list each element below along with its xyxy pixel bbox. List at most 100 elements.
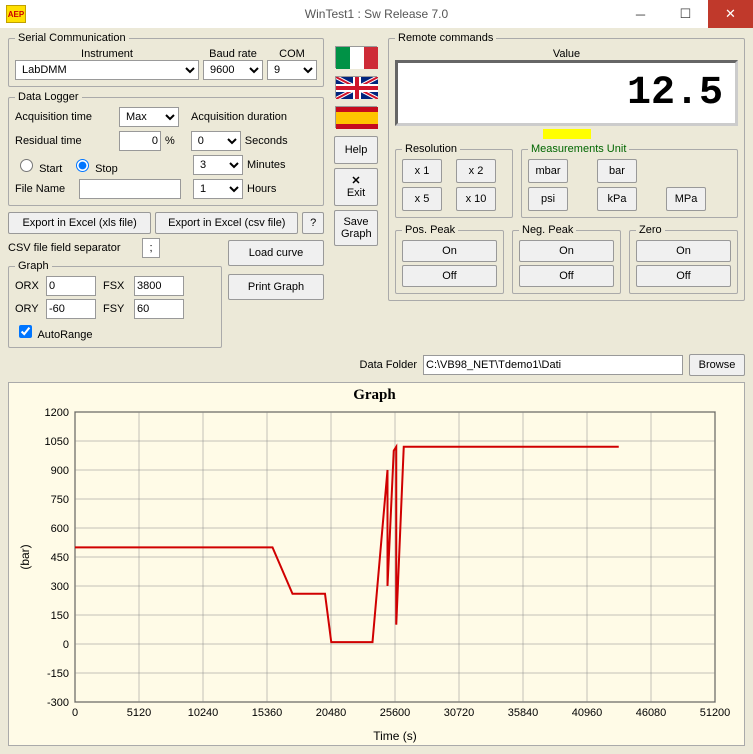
autorange-checkbox[interactable]: [19, 325, 32, 338]
flag-uk-button[interactable]: [335, 76, 377, 98]
neg-peak-on-button[interactable]: On: [519, 240, 614, 262]
remote-commands-group: Remote commands Value 12.5 Resolution x …: [388, 32, 745, 301]
zero-group: Zero On Off: [629, 224, 738, 294]
unit-mbar-button[interactable]: mbar: [528, 159, 568, 183]
svg-text:0: 0: [63, 639, 69, 651]
seconds-label: Seconds: [245, 135, 288, 147]
res-x5-button[interactable]: x 5: [402, 187, 442, 211]
minimize-button[interactable]: ─: [618, 0, 663, 28]
svg-text:600: 600: [51, 523, 69, 535]
csv-sep-input[interactable]: [142, 238, 160, 258]
fsx-label: FSX: [103, 280, 131, 292]
acq-duration-label: Acquisition duration: [191, 111, 287, 123]
serial-comm-legend: Serial Communication: [15, 32, 129, 44]
status-indicator: [543, 129, 591, 139]
chart-title: Graph: [15, 387, 734, 404]
seconds-select[interactable]: 0: [191, 131, 241, 151]
res-x2-button[interactable]: x 2: [456, 159, 496, 183]
serial-communication-group: Serial Communication Instrument LabDMM B…: [8, 32, 324, 87]
zero-on-button[interactable]: On: [636, 240, 731, 262]
flag-spain-button[interactable]: [335, 106, 377, 128]
maximize-button[interactable]: ☐: [663, 0, 708, 28]
svg-text:(bar): (bar): [18, 544, 32, 569]
neg-peak-legend: Neg. Peak: [519, 224, 576, 236]
filename-label: File Name: [15, 183, 75, 195]
exit-button[interactable]: ✕ Exit: [334, 168, 378, 206]
svg-text:450: 450: [51, 552, 69, 564]
save-graph-button[interactable]: Save Graph: [334, 210, 378, 246]
minutes-select[interactable]: 3: [193, 155, 243, 175]
svg-text:300: 300: [51, 581, 69, 593]
svg-text:150: 150: [51, 610, 69, 622]
autorange-label: AutoRange: [37, 329, 92, 341]
minutes-label: Minutes: [247, 159, 286, 171]
svg-text:750: 750: [51, 494, 69, 506]
help-button[interactable]: Help: [334, 136, 378, 164]
value-display: 12.5: [395, 60, 738, 126]
browse-button[interactable]: Browse: [689, 354, 745, 376]
exit-label: Exit: [347, 187, 365, 199]
unit-psi-button[interactable]: psi: [528, 187, 568, 211]
acq-time-label: Acquisition time: [15, 111, 115, 123]
unit-mpa-button[interactable]: MPa: [666, 187, 706, 211]
help-question-button[interactable]: ?: [302, 212, 324, 234]
svg-text:51200: 51200: [700, 707, 731, 719]
svg-text:1200: 1200: [45, 407, 69, 419]
res-x10-button[interactable]: x 10: [456, 187, 496, 211]
window-title: WinTest1 : Sw Release 7.0: [305, 7, 448, 21]
instrument-label: Instrument: [15, 48, 199, 60]
unit-kpa-button[interactable]: kPa: [597, 187, 637, 211]
exit-icon: ✕: [351, 175, 360, 187]
svg-text:0: 0: [72, 707, 78, 719]
print-graph-button[interactable]: Print Graph: [228, 274, 324, 300]
svg-text:10240: 10240: [188, 707, 219, 719]
zero-off-button[interactable]: Off: [636, 265, 731, 287]
data-logger-legend: Data Logger: [15, 91, 82, 103]
graph-controls-group: Graph ORX FSX ORY FSY AutoRange: [8, 260, 222, 348]
fsy-input[interactable]: [134, 299, 184, 319]
graph-controls-legend: Graph: [15, 260, 52, 272]
baud-select[interactable]: 9600: [203, 60, 263, 80]
remote-legend: Remote commands: [395, 32, 496, 44]
export-csv-button[interactable]: Export in Excel (csv file): [155, 212, 298, 234]
pos-peak-off-button[interactable]: Off: [402, 265, 497, 287]
baud-label: Baud rate: [203, 48, 263, 60]
svg-text:25600: 25600: [380, 707, 411, 719]
residual-label: Residual time: [15, 135, 115, 147]
ory-input[interactable]: [46, 299, 96, 319]
export-xls-button[interactable]: Export in Excel (xls file): [8, 212, 151, 234]
chart-area: Graph 0512010240153602048025600307203584…: [8, 382, 745, 746]
svg-text:40960: 40960: [572, 707, 603, 719]
svg-text:1050: 1050: [45, 436, 69, 448]
pos-peak-group: Pos. Peak On Off: [395, 224, 504, 294]
chart-svg: 0512010240153602048025600307203584040960…: [15, 406, 735, 744]
svg-text:20480: 20480: [316, 707, 347, 719]
svg-text:35840: 35840: [508, 707, 539, 719]
orx-input[interactable]: [46, 276, 96, 296]
start-radio[interactable]: [20, 159, 33, 172]
fsx-input[interactable]: [134, 276, 184, 296]
flag-italy-button[interactable]: [335, 46, 377, 68]
pos-peak-on-button[interactable]: On: [402, 240, 497, 262]
close-button[interactable]: ✕: [708, 0, 753, 28]
svg-text:5120: 5120: [127, 707, 151, 719]
fsy-label: FSY: [103, 303, 131, 315]
units-legend: Measurements Unit: [528, 143, 629, 155]
unit-bar-button[interactable]: bar: [597, 159, 637, 183]
instrument-select[interactable]: LabDMM: [15, 60, 199, 80]
hours-select[interactable]: 1: [193, 179, 243, 199]
res-x1-button[interactable]: x 1: [402, 159, 442, 183]
load-curve-button[interactable]: Load curve: [228, 240, 324, 266]
zero-legend: Zero: [636, 224, 665, 236]
residual-input[interactable]: [119, 131, 161, 151]
stop-radio[interactable]: [76, 159, 89, 172]
com-select[interactable]: 9: [267, 60, 317, 80]
svg-text:900: 900: [51, 465, 69, 477]
data-folder-label: Data Folder: [360, 359, 417, 371]
acq-time-select[interactable]: Max: [119, 107, 179, 127]
neg-peak-off-button[interactable]: Off: [519, 265, 614, 287]
filename-input[interactable]: [79, 179, 181, 199]
data-folder-input[interactable]: [423, 355, 683, 375]
neg-peak-group: Neg. Peak On Off: [512, 224, 621, 294]
resolution-group: Resolution x 1 x 2 x 5 x 10: [395, 143, 513, 218]
